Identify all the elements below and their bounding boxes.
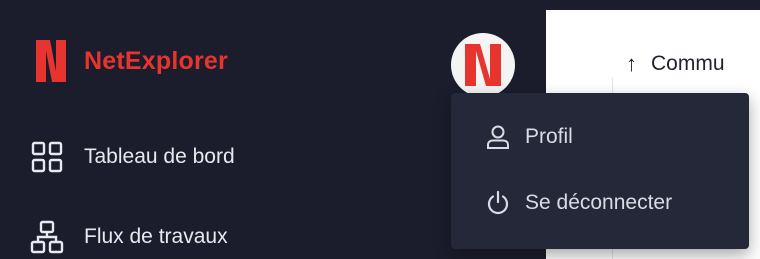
workflow-icon (30, 220, 64, 254)
sidebar-item-label: Flux de travaux (84, 225, 228, 248)
user-icon (485, 124, 511, 150)
arrow-up-icon: ↑ (626, 51, 637, 76)
menu-item-profile[interactable]: Profil (485, 117, 573, 157)
column-header-sort[interactable]: ↑ Commu (626, 46, 725, 82)
menu-item-label: Se déconnecter (525, 191, 673, 214)
menu-item-logout[interactable]: Se déconnecter (485, 183, 672, 223)
brand[interactable]: NetExplorer (34, 36, 228, 86)
sidebar-item-workflows[interactable]: Flux de travaux (30, 217, 228, 257)
app-screen: NetExplorer Tableau de bord Flux de trav… (0, 0, 760, 259)
power-icon (485, 190, 511, 216)
sidebar-item-dashboard[interactable]: Tableau de bord (30, 137, 235, 177)
brand-name: NetExplorer (84, 46, 228, 75)
user-dropdown-menu: Profil Se déconnecter (451, 93, 749, 249)
menu-item-label: Profil (525, 125, 573, 148)
top-bar-edge (546, 0, 760, 10)
user-avatar-button[interactable] (451, 33, 515, 97)
dashboard-grid-icon (30, 140, 64, 174)
netexplorer-logo-icon (36, 40, 66, 82)
sidebar-item-label: Tableau de bord (84, 145, 235, 168)
column-header-label: Commu (651, 52, 725, 75)
netexplorer-avatar-icon (465, 44, 501, 86)
